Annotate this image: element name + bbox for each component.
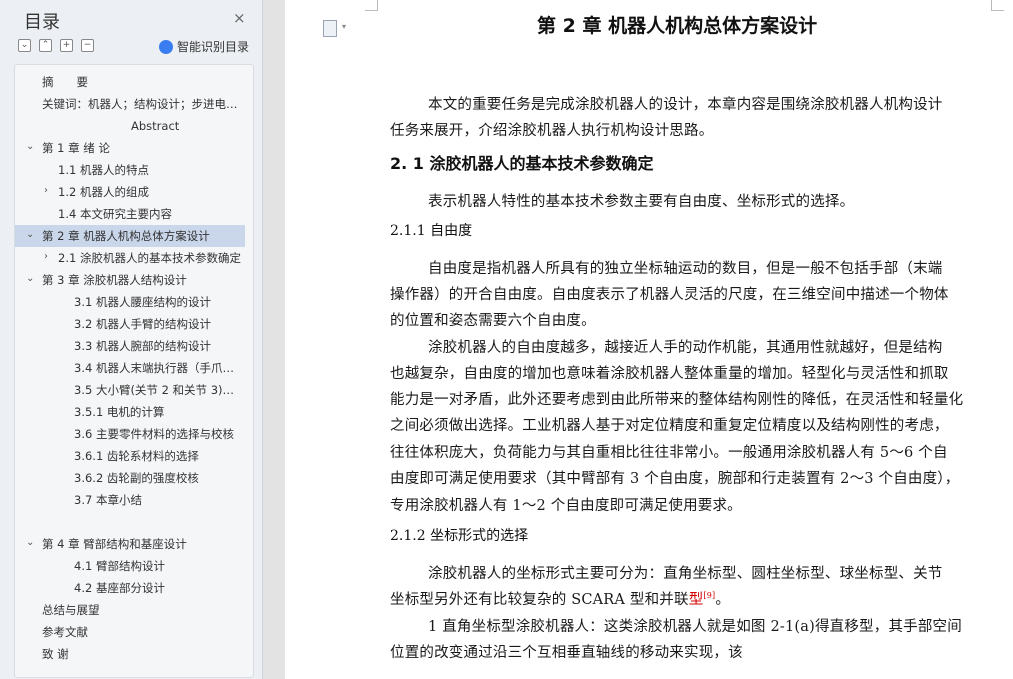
toc-list: 摘 要 关键词：机器人；结构设计；步进电机... Abstract ⌄ 第 1 … bbox=[14, 64, 254, 678]
toc-item-3-5[interactable]: 3.5 大小臂(关节 2 和关节 3)驱动的计算 bbox=[15, 379, 243, 401]
toc-item-chapter-2[interactable]: 第 2 章 机器人机构总体方案设计 bbox=[15, 225, 245, 247]
toc-item-3-6-1[interactable]: 3.6.1 齿轮系材料的选择 bbox=[15, 445, 253, 467]
paragraph-line: 任务来展开，介绍涂胶机器人执行机构设计思路。 bbox=[390, 123, 714, 139]
toc-item-chapter-3[interactable]: 第 3 章 涂胶机器人结构设计 bbox=[15, 269, 253, 291]
subsection-heading-2-1-1: 2.1.1 自由度 bbox=[390, 223, 473, 239]
toc-item-3-6-2[interactable]: 3.6.2 齿轮副的强度校核 bbox=[15, 467, 253, 489]
chapter-title: 第 2 章 机器人机构总体方案设计 bbox=[537, 15, 818, 37]
toc-toolbar: ⌄ ⌃ + − bbox=[18, 39, 94, 52]
paragraph-line: 表示机器人特性的基本技术参数主要有自由度、坐标形式的选择。 bbox=[428, 194, 855, 210]
toc-item-summary[interactable]: 总结与展望 bbox=[15, 599, 253, 621]
toc-item-3-7[interactable]: 3.7 本章小结 bbox=[15, 489, 253, 511]
highlighted-text: 型 bbox=[688, 592, 704, 608]
document-page: ▾ 第 2 章 机器人机构总体方案设计 本文的重要任务是完成涂胶机器人的设计，本… bbox=[285, 0, 1013, 679]
toc-item-1-1[interactable]: 1.1 机器人的特点 bbox=[15, 159, 253, 181]
paragraph-line: 涂胶机器人的坐标形式主要可分为：直角坐标型、圆柱坐标型、球坐标型、关节 bbox=[428, 566, 943, 582]
paragraph-line: 的位置和姿态需要六个自由度。 bbox=[390, 313, 596, 329]
sidebar-title: 目录 bbox=[24, 12, 60, 33]
toc-item-keywords[interactable]: 关键词：机器人；结构设计；步进电机... bbox=[15, 93, 245, 115]
citation-ref[interactable]: [9] bbox=[703, 591, 715, 600]
paragraph-line: 坐标型另外还有比较复杂的 SCARA 型和并联型[9]。 bbox=[390, 588, 730, 609]
expand-all-icon[interactable]: ⌃ bbox=[39, 39, 52, 52]
toc-item-3-2[interactable]: 3.2 机器人手臂的结构设计 bbox=[15, 313, 253, 335]
toc-item-4-2[interactable]: 4.2 基座部分设计 bbox=[15, 577, 253, 599]
smart-toc-button[interactable]: 智能识别目录 bbox=[159, 38, 249, 55]
paragraph-line: 专用涂胶机器人有 1～2 个自由度即可满足使用要求。 bbox=[390, 498, 742, 514]
paragraph-line: 1 直角坐标型涂胶机器人：这类涂胶机器人就是如图 2-1(a)得直移型，其手部空… bbox=[428, 619, 962, 635]
paragraph-line: 涂胶机器人的自由度越多，越接近人手的动作机能，其通用性就越好，但是结构 bbox=[428, 340, 943, 356]
close-icon[interactable]: × bbox=[233, 9, 246, 27]
toc-item-3-3[interactable]: 3.3 机器人腕部的结构设计 bbox=[15, 335, 253, 357]
toc-item-1-4[interactable]: 1.4 本文研究主要内容 bbox=[15, 203, 253, 225]
toc-sidebar: 目录 × ⌄ ⌃ + − 智能识别目录 摘 要 关键词：机器人；结构设计；步进电… bbox=[0, 0, 263, 679]
document-icon[interactable] bbox=[323, 20, 337, 37]
toc-item-abstract-en[interactable]: Abstract bbox=[15, 115, 253, 137]
toc-item-acknowledgements[interactable]: 致 谢 bbox=[15, 643, 253, 665]
toc-item-3-4[interactable]: 3.4 机器人末端执行器（手爪）的结构设计 bbox=[15, 357, 243, 379]
subsection-heading-2-1-2: 2.1.2 坐标形式的选择 bbox=[390, 528, 529, 544]
chevron-down-icon[interactable]: ⌄ bbox=[26, 229, 34, 240]
paragraph-text: 。 bbox=[715, 592, 731, 608]
toc-item-references[interactable]: 参考文献 bbox=[15, 621, 253, 643]
caret-down-icon[interactable]: ▾ bbox=[342, 22, 346, 31]
paragraph-line: 自由度是指机器人所具有的独立坐标轴运动的数目，但是一般不包括手部（末端 bbox=[428, 261, 943, 277]
toc-item-chapter-4[interactable]: 第 4 章 臂部结构和基座设计 bbox=[15, 533, 253, 555]
paragraph-line: 也越复杂，自由度的增加也意味着涂胶机器人整体重量的增加。轻型化与灵活性和抓取 bbox=[390, 366, 949, 382]
remove-heading-icon[interactable]: − bbox=[81, 39, 94, 52]
paragraph-line: 之间必须做出选择。工业机器人基于对定位精度和重复定位精度以及结构刚性的考虑， bbox=[390, 418, 949, 434]
toc-item-3-6[interactable]: 3.6 主要零件材料的选择与校核 bbox=[15, 423, 243, 445]
add-heading-icon[interactable]: + bbox=[60, 39, 73, 52]
toc-item-chapter-1[interactable]: 第 1 章 绪 论 bbox=[15, 137, 253, 159]
page-corner-mark bbox=[991, 0, 1004, 11]
toc-item-3-1[interactable]: 3.1 机器人腰座结构的设计 bbox=[15, 291, 253, 313]
paragraph-line: 由度即可满足使用要求（其中臂部有 3 个自由度，腕部和行走装置有 2～3 个自由… bbox=[390, 471, 960, 487]
section-heading-2-1: 2. 1 涂胶机器人的基本技术参数确定 bbox=[390, 154, 654, 173]
ai-icon bbox=[159, 39, 173, 54]
paragraph-line: 本文的重要任务是完成涂胶机器人的设计，本章内容是围绕涂胶机器人机构设计 bbox=[428, 97, 943, 113]
toc-item-4-1[interactable]: 4.1 臂部结构设计 bbox=[15, 555, 253, 577]
smart-toc-label: 智能识别目录 bbox=[177, 40, 250, 54]
toc-item-2-1[interactable]: 2.1 涂胶机器人的基本技术参数确定 bbox=[15, 247, 243, 269]
sidebar-splitter[interactable] bbox=[263, 0, 285, 679]
toc-item-1-2[interactable]: 1.2 机器人的组成 bbox=[15, 181, 253, 203]
collapse-all-icon[interactable]: ⌄ bbox=[18, 39, 31, 52]
paragraph-line: 往往体积庞大，负荷能力与其自重相比往往非常小。一般通用涂胶机器人有 5～6 个自 bbox=[390, 445, 948, 461]
paragraph-text: 坐标型另外还有比较复杂的 SCARA 型和并联 bbox=[390, 592, 689, 608]
paragraph-line: 操作器）的开合自由度。自由度表示了机器人灵活的尺度，在三维空间中描述一个物体 bbox=[390, 287, 949, 303]
paragraph-line: 能力是一对矛盾，此外还要考虑到由此所带来的整体结构刚性的降低，在灵活性和轻量化 bbox=[390, 392, 964, 408]
paragraph-line: 位置的改变通过沿三个互相垂直轴线的移动来实现，该 bbox=[390, 645, 743, 661]
page-corner-mark bbox=[365, 0, 378, 11]
toc-item-3-5-1[interactable]: 3.5.1 电机的计算 bbox=[15, 401, 253, 423]
toc-item-abstract-cn[interactable]: 摘 要 bbox=[15, 71, 253, 93]
